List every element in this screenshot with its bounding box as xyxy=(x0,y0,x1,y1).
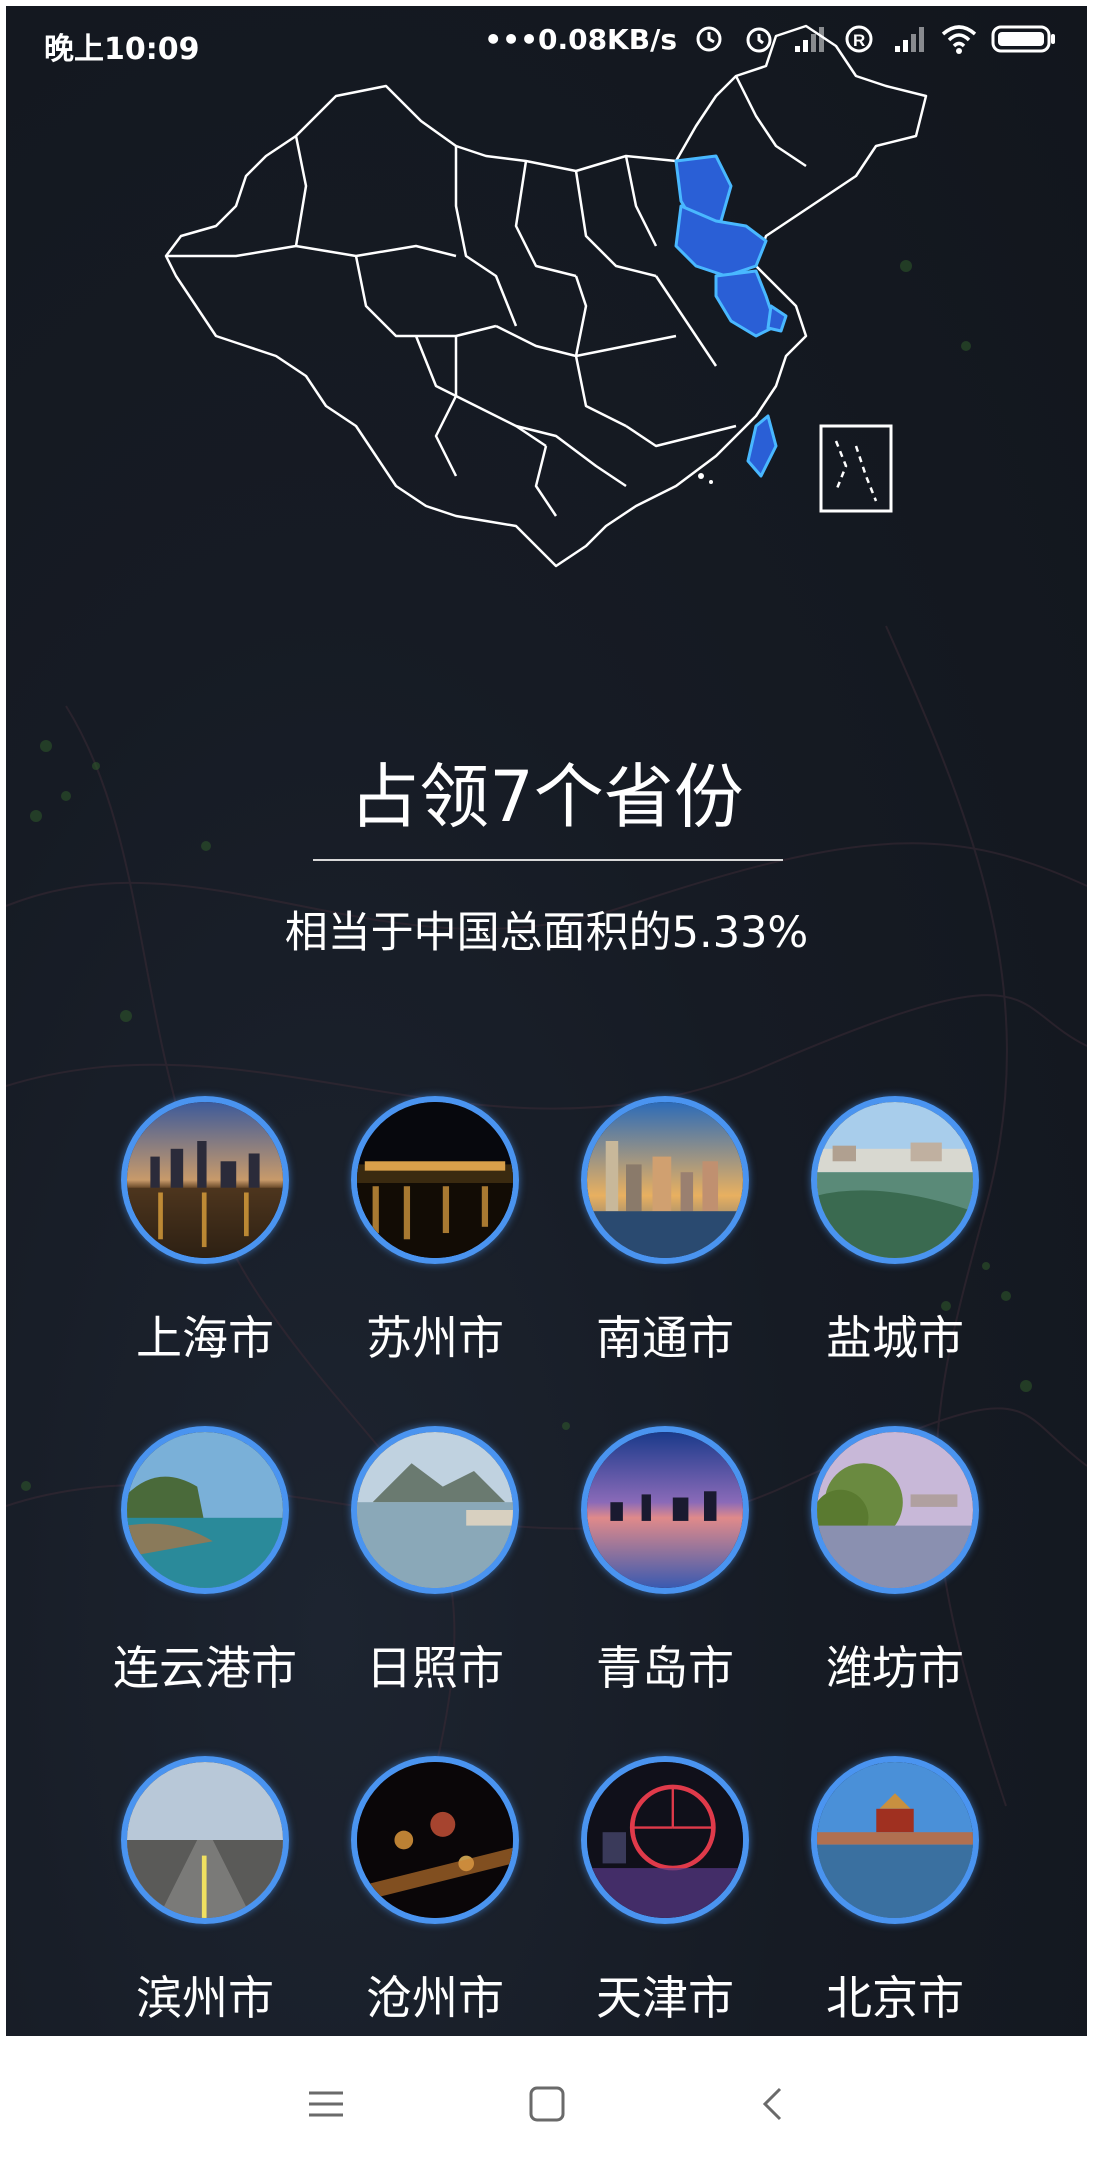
city-name[interactable]: 苏州市 xyxy=(320,1302,550,1368)
city-photo[interactable] xyxy=(121,1426,289,1594)
city-name[interactable]: 天津市 xyxy=(550,1962,780,2028)
city-photo[interactable] xyxy=(811,1096,979,1264)
app-screen: 晚上10:09 •••0.08KB/s R 占领7个省份 相当于中国总面积的5.… xyxy=(6,6,1087,2036)
city-card-beijing[interactable]: 北京市 xyxy=(780,1756,1010,2028)
battery-icon xyxy=(991,25,1055,53)
city-photo[interactable] xyxy=(121,1096,289,1264)
city-card-nantong[interactable]: 南通市 xyxy=(550,1096,780,1368)
city-name[interactable]: 日照市 xyxy=(320,1632,550,1698)
city-photo[interactable] xyxy=(811,1426,979,1594)
city-photo[interactable] xyxy=(121,1756,289,1924)
city-name[interactable]: 南通市 xyxy=(550,1302,780,1368)
back-icon[interactable] xyxy=(750,2081,796,2127)
city-photo[interactable] xyxy=(351,1426,519,1594)
city-card-weifang[interactable]: 潍坊市 xyxy=(780,1426,1010,1698)
home-icon[interactable] xyxy=(524,2081,570,2127)
city-name[interactable]: 滨州市 xyxy=(90,1962,320,2028)
navigation-bar xyxy=(0,2036,1093,2173)
city-card-yancheng[interactable]: 盐城市 xyxy=(780,1096,1010,1368)
city-photo[interactable] xyxy=(351,1096,519,1264)
menu-icon[interactable] xyxy=(303,2081,349,2127)
city-photo[interactable] xyxy=(581,1756,749,1924)
city-photo[interactable] xyxy=(351,1756,519,1924)
city-name[interactable]: 北京市 xyxy=(780,1962,1010,2028)
city-photo[interactable] xyxy=(581,1426,749,1594)
city-name[interactable]: 盐城市 xyxy=(780,1302,1010,1368)
city-card-suzhou[interactable]: 苏州市 xyxy=(320,1096,550,1368)
city-card-tianjin[interactable]: 天津市 xyxy=(550,1756,780,2028)
city-photo[interactable] xyxy=(581,1096,749,1264)
city-name[interactable]: 沧州市 xyxy=(320,1962,550,2028)
city-card-rizhao[interactable]: 日照市 xyxy=(320,1426,550,1698)
city-card-binzhou[interactable]: 滨州市 xyxy=(90,1756,320,2028)
city-name[interactable]: 上海市 xyxy=(90,1302,320,1368)
city-name[interactable]: 连云港市 xyxy=(90,1632,320,1698)
divider xyxy=(313,859,783,861)
china-map-icon xyxy=(164,24,928,568)
subline: 相当于中国总面积的5.33% xyxy=(284,908,809,958)
city-card-qingdao[interactable]: 青岛市 xyxy=(550,1426,780,1698)
headline: 占领7个省份 xyxy=(349,756,744,838)
city-card-cangzhou[interactable]: 沧州市 xyxy=(320,1756,550,2028)
city-photo[interactable] xyxy=(811,1756,979,1924)
city-name[interactable]: 潍坊市 xyxy=(780,1632,1010,1698)
city-card-shanghai[interactable]: 上海市 xyxy=(90,1096,320,1368)
city-name[interactable]: 青岛市 xyxy=(550,1632,780,1698)
city-card-lianyungang[interactable]: 连云港市 xyxy=(90,1426,320,1698)
